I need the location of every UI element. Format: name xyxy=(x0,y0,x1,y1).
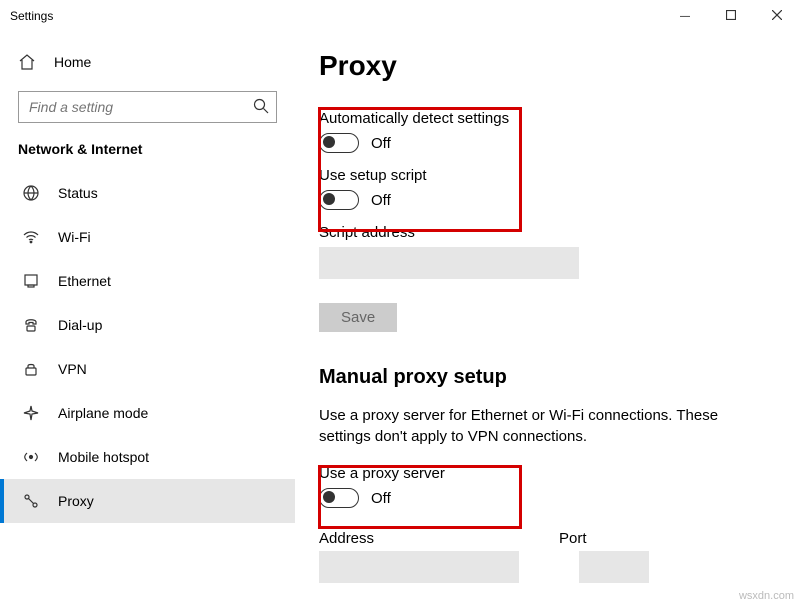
nav-label: Airplane mode xyxy=(58,405,148,421)
toggle-knob xyxy=(323,136,335,148)
maximize-icon xyxy=(726,10,736,23)
nav-status[interactable]: Status xyxy=(0,171,295,215)
search-icon xyxy=(253,98,269,119)
port-label: Port xyxy=(559,530,649,547)
nav-label: Wi-Fi xyxy=(58,229,91,245)
airplane-icon xyxy=(22,404,40,422)
save-button[interactable]: Save xyxy=(319,303,397,332)
search-box[interactable] xyxy=(18,91,277,123)
nav-hotspot[interactable]: Mobile hotspot xyxy=(0,435,295,479)
nav-proxy[interactable]: Proxy xyxy=(0,479,295,523)
auto-detect-label: Automatically detect settings xyxy=(319,110,772,127)
home-icon xyxy=(18,53,36,71)
proxy-icon xyxy=(22,492,40,510)
nav-label: VPN xyxy=(58,361,87,377)
address-input[interactable] xyxy=(319,551,519,583)
setup-script-label: Use setup script xyxy=(319,167,772,184)
page-heading: Proxy xyxy=(319,50,772,82)
maximize-button[interactable] xyxy=(708,0,754,32)
search-input[interactable] xyxy=(18,91,277,123)
manual-description: Use a proxy server for Ethernet or Wi-Fi… xyxy=(319,405,749,447)
auto-detect-state: Off xyxy=(371,135,391,152)
nav-vpn[interactable]: VPN xyxy=(0,347,295,391)
sidebar: Home Network & Internet Status Wi-Fi Eth… xyxy=(0,32,295,602)
nav-airplane[interactable]: Airplane mode xyxy=(0,391,295,435)
address-label: Address xyxy=(319,530,519,547)
setup-script-state: Off xyxy=(371,192,391,209)
main-panel: Proxy Automatically detect settings Off … xyxy=(295,32,800,602)
hotspot-icon xyxy=(22,448,40,466)
use-proxy-toggle[interactable] xyxy=(319,488,359,508)
script-address-label: Script address xyxy=(319,224,772,241)
use-proxy-state: Off xyxy=(371,490,391,507)
window-controls: — xyxy=(662,0,800,32)
wifi-icon xyxy=(22,228,40,246)
nav-label: Status xyxy=(58,185,98,201)
nav-ethernet[interactable]: Ethernet xyxy=(0,259,295,303)
close-icon xyxy=(772,10,782,23)
vpn-icon xyxy=(22,360,40,378)
dialup-icon xyxy=(22,316,40,334)
ethernet-icon xyxy=(22,272,40,290)
use-proxy-label: Use a proxy server xyxy=(319,465,772,482)
nav-label: Dial-up xyxy=(58,317,102,333)
nav-label: Ethernet xyxy=(58,273,111,289)
toggle-knob xyxy=(323,491,335,503)
nav-wifi[interactable]: Wi-Fi xyxy=(0,215,295,259)
minimize-button[interactable]: — xyxy=(662,0,708,32)
titlebar: Settings — xyxy=(0,0,800,32)
nav-label: Mobile hotspot xyxy=(58,449,149,465)
setup-script-toggle[interactable] xyxy=(319,190,359,210)
auto-detect-toggle[interactable] xyxy=(319,133,359,153)
minimize-icon: — xyxy=(680,11,690,22)
nav-label: Proxy xyxy=(58,493,94,509)
window-title: Settings xyxy=(10,9,53,23)
close-button[interactable] xyxy=(754,0,800,32)
home-label: Home xyxy=(54,54,91,70)
toggle-knob xyxy=(323,193,335,205)
sidebar-section-header: Network & Internet xyxy=(0,141,295,171)
script-address-input[interactable] xyxy=(319,247,579,279)
home-nav[interactable]: Home xyxy=(0,43,295,81)
watermark: wsxdn.com xyxy=(739,590,794,602)
globe-icon xyxy=(22,184,40,202)
nav-dialup[interactable]: Dial-up xyxy=(0,303,295,347)
manual-section-heading: Manual proxy setup xyxy=(319,366,772,389)
port-input[interactable] xyxy=(579,551,649,583)
